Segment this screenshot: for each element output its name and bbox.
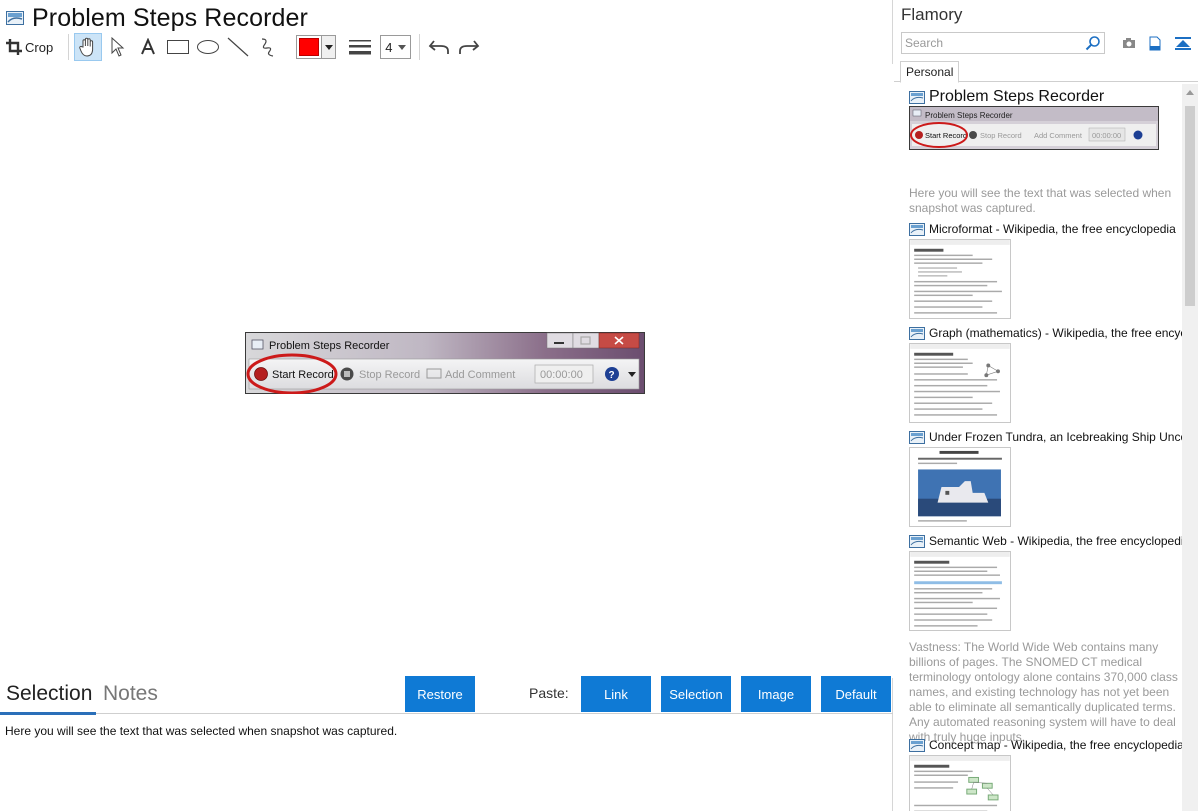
list-item[interactable]: Microformat - Wikipedia, the free encycl… <box>909 221 1182 324</box>
snapshot-add-comment: Add Comment <box>445 369 515 381</box>
paste-selection-button[interactable]: Selection <box>661 676 731 712</box>
annotation-toolbar: Crop 4 <box>6 32 485 62</box>
paste-link-button[interactable]: Link <box>581 676 651 712</box>
selection-text[interactable]: Here you will see the text that was sele… <box>5 724 397 738</box>
list-item-thumbnail: Problem Steps Recorder Start Record Stop… <box>909 106 1159 150</box>
snapshot-timer: 00:00:00 <box>540 369 583 381</box>
select-tool-button[interactable] <box>104 33 132 61</box>
redo-icon <box>459 40 480 54</box>
svg-text:Stop Record: Stop Record <box>980 131 1022 140</box>
snapshot-list: Problem Steps Recorder Problem Steps Rec… <box>894 84 1182 811</box>
text-icon <box>141 38 156 55</box>
list-item-note: Vastness: The World Wide Web contains ma… <box>909 640 1178 744</box>
captured-snapshot[interactable]: Problem Steps Recorder Start Record Stop… <box>245 332 645 394</box>
crop-label: Crop <box>25 39 54 55</box>
crop-button[interactable]: Crop <box>6 33 61 61</box>
sidebar-tabs: Personal <box>894 60 1198 83</box>
snapshot-stop-record: Stop Record <box>359 369 420 381</box>
list-item-thumbnail <box>909 551 1011 631</box>
list-item[interactable]: Concept map - Wikipedia, the free encycl… <box>909 737 1182 811</box>
flamory-sidebar: Flamory Personal <box>894 0 1198 811</box>
svg-text:Problem Steps Recorder: Problem Steps Recorder <box>925 111 1013 120</box>
line-icon <box>227 37 249 57</box>
rectangle-icon <box>167 40 190 54</box>
list-item[interactable]: Semantic Web - Wikipedia, the free encyc… <box>909 533 1182 745</box>
svg-text:Add Comment: Add Comment <box>1034 131 1083 140</box>
paste-image-button[interactable]: Image <box>741 676 811 712</box>
line-width-icon <box>346 33 374 61</box>
list-item[interactable]: Under Frozen Tundra, an Icebreaking Ship… <box>909 429 1182 532</box>
search-box <box>901 32 1105 54</box>
collapse-icon[interactable] <box>1174 34 1192 52</box>
sidebar-title: Flamory <box>901 5 963 24</box>
editor-pane: Problem Steps Recorder Crop 4 Problem St… <box>0 0 893 811</box>
list-item[interactable]: Problem Steps Recorder Problem Steps Rec… <box>909 88 1182 216</box>
document-icon[interactable] <box>1146 34 1164 52</box>
svg-text:Start Record: Start Record <box>925 131 967 140</box>
restore-button[interactable]: Restore <box>405 676 475 712</box>
line-tool-button[interactable] <box>224 33 252 61</box>
title-row: Problem Steps Recorder <box>6 4 308 32</box>
rectangle-tool-button[interactable] <box>164 33 192 61</box>
freehand-icon <box>262 38 274 57</box>
flamory-app-icon <box>6 11 24 25</box>
list-item-title: Under Frozen Tundra, an Icebreaking Ship… <box>929 430 1182 444</box>
list-item[interactable]: Graph (mathematics) - Wikipedia, the fre… <box>909 325 1182 428</box>
crop-icon <box>6 39 22 55</box>
tab-selection[interactable]: Selection <box>6 682 92 706</box>
page-icon <box>909 222 925 236</box>
hand-icon <box>79 37 94 57</box>
page-icon <box>909 90 925 104</box>
color-picker[interactable] <box>296 35 337 59</box>
chevron-down-icon <box>398 44 407 50</box>
line-width-value: 4 <box>385 39 393 55</box>
text-tool-button[interactable] <box>134 33 162 61</box>
toolbar-divider <box>419 34 421 60</box>
tab-personal[interactable]: Personal <box>900 61 960 83</box>
svg-text:00:00:00: 00:00:00 <box>1092 131 1121 140</box>
bottom-panel-header: Selection Notes Restore Paste: Link Sele… <box>0 676 893 715</box>
page-title: Problem Steps Recorder <box>32 3 308 32</box>
list-item-thumbnail <box>909 755 1011 811</box>
list-item-title: Semantic Web - Wikipedia, the free encyc… <box>929 534 1182 548</box>
line-width-select[interactable]: 4 <box>380 35 412 59</box>
snapshot-window-title: Problem Steps Recorder <box>269 340 390 352</box>
redo-button[interactable] <box>455 33 483 61</box>
ellipse-icon <box>197 40 220 54</box>
list-item-title: Concept map - Wikipedia, the free encycl… <box>929 738 1182 752</box>
color-swatch <box>299 38 320 56</box>
scroll-up-icon[interactable] <box>1182 84 1198 100</box>
snapshot-canvas[interactable]: Problem Steps Recorder Start Record Stop… <box>0 64 893 678</box>
snapshot-start-record: Start Record <box>272 369 334 381</box>
pointer-icon <box>111 37 125 57</box>
list-item-note: Here you will see the text that was sele… <box>909 186 1172 215</box>
list-item-thumbnail <box>909 343 1011 423</box>
undo-button[interactable] <box>425 33 453 61</box>
list-item-thumbnail <box>909 447 1011 527</box>
paste-label: Paste: <box>529 685 569 701</box>
page-icon <box>909 534 925 548</box>
svg-text:?: ? <box>609 370 615 381</box>
page-icon <box>909 738 925 752</box>
search-input[interactable] <box>902 36 1085 50</box>
list-item-title: Microformat - Wikipedia, the free encycl… <box>929 222 1176 236</box>
freehand-tool-button[interactable] <box>254 33 282 61</box>
active-tab-indicator <box>0 712 96 715</box>
paste-default-button[interactable]: Default <box>821 676 891 712</box>
chevron-down-icon <box>321 36 336 58</box>
search-icon[interactable] <box>1085 35 1101 51</box>
sidebar-scrollbar[interactable] <box>1182 84 1198 811</box>
tab-notes[interactable]: Notes <box>103 682 158 706</box>
list-item-thumbnail <box>909 239 1011 319</box>
scrollbar-thumb[interactable] <box>1185 106 1195 306</box>
ellipse-tool-button[interactable] <box>194 33 222 61</box>
list-item-title: Problem Steps Recorder <box>929 88 1105 105</box>
camera-icon[interactable] <box>1120 34 1138 52</box>
page-icon <box>909 326 925 340</box>
page-icon <box>909 430 925 444</box>
hand-tool-button[interactable] <box>74 33 103 61</box>
toolbar-divider <box>68 34 70 60</box>
undo-icon <box>429 40 450 54</box>
list-item-title: Graph (mathematics) - Wikipedia, the fre… <box>929 326 1182 340</box>
